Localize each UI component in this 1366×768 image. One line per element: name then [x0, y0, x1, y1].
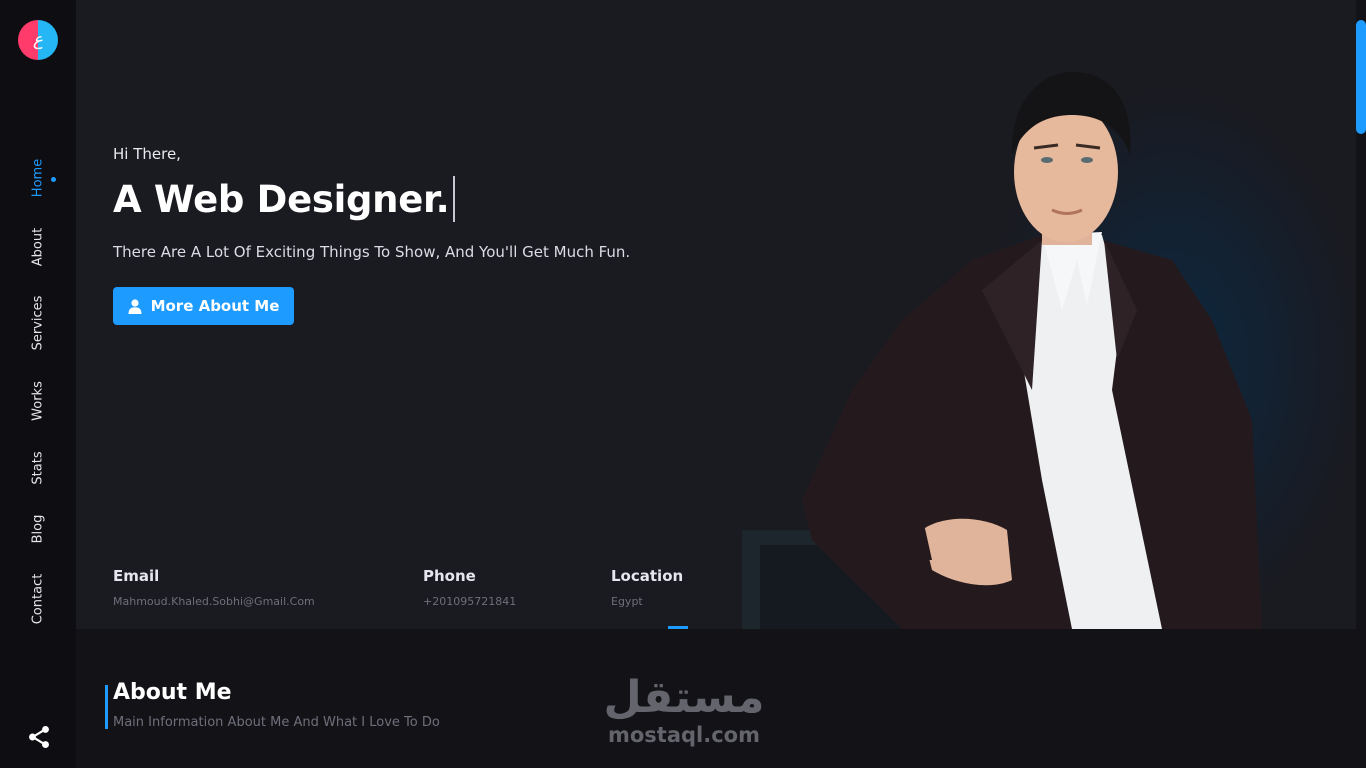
sidebar: ع Home About Services Works Stats Blog C… [0, 0, 76, 768]
nav-item-blog[interactable]: Blog [31, 515, 46, 544]
headline-text: A Web Designer. [113, 178, 450, 221]
nav-item-stats[interactable]: Stats [31, 451, 46, 484]
nav-item-works[interactable]: Works [31, 381, 46, 421]
typing-cursor [453, 175, 456, 222]
logo-glyph: ع [32, 30, 44, 50]
profile-photo [742, 72, 1356, 629]
section-title-bar [105, 685, 108, 729]
hero-tagline: There Are A Lot Of Exciting Things To Sh… [113, 243, 631, 261]
more-about-me-button[interactable]: More About Me [113, 287, 294, 325]
watermark-arabic: مستقل [603, 672, 765, 723]
nav-item-services[interactable]: Services [31, 296, 46, 351]
watermark-latin: mostaql.com [608, 723, 760, 747]
about-subtitle: Main Information About Me And What I Lov… [113, 715, 440, 730]
email-label: Email [113, 567, 160, 585]
logo[interactable]: ع [18, 20, 58, 60]
share-icon[interactable] [26, 724, 52, 750]
location-label: Location [611, 567, 684, 585]
scrollbar-thumb[interactable] [1356, 20, 1366, 134]
nav-item-about[interactable]: About [31, 228, 46, 266]
hero-greeting: Hi There, [113, 145, 181, 163]
about-title: About Me [113, 680, 232, 705]
nav-active-dot [51, 177, 56, 182]
nav-item-home[interactable]: Home [31, 159, 46, 197]
hero-section: Hi There, A Web Designer. There Are A Lo… [76, 0, 1356, 629]
phone-label: Phone [423, 567, 476, 585]
more-about-me-label: More About Me [150, 297, 280, 315]
email-value: Mahmoud.Khaled.Sobhi@Gmail.Com [113, 595, 315, 608]
watermark: مستقل mostaql.com [596, 676, 772, 750]
location-value: Egypt [611, 595, 643, 608]
nav-item-contact[interactable]: Contact [31, 574, 46, 625]
hero-headline: A Web Designer. [113, 175, 456, 225]
user-icon [128, 298, 142, 314]
scrollbar[interactable] [1356, 0, 1366, 768]
phone-value: +201095721841 [423, 595, 517, 608]
